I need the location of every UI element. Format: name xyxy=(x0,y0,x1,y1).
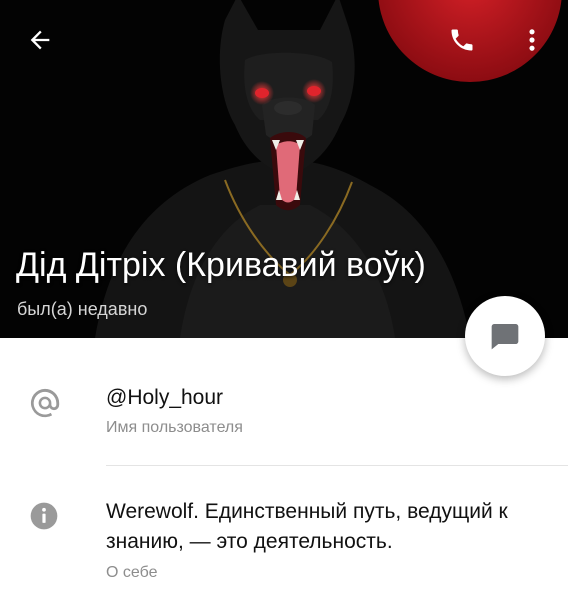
send-message-button[interactable] xyxy=(465,296,545,376)
bio-label: О себе xyxy=(106,564,158,581)
at-sign-icon xyxy=(30,388,60,418)
phone-icon xyxy=(451,29,473,51)
info-icon xyxy=(30,502,58,530)
back-button[interactable] xyxy=(16,16,64,64)
bio-text-line-2: знанию, — это деятельность. xyxy=(106,530,393,553)
chat-bubble-icon xyxy=(491,324,519,350)
call-button[interactable] xyxy=(438,16,486,64)
last-seen-status: был(а) недавно xyxy=(17,299,148,319)
more-vertical-icon xyxy=(529,29,535,51)
divider xyxy=(106,465,568,466)
username-value: @Holy_hour xyxy=(106,386,224,409)
arrow-left-icon xyxy=(30,30,50,50)
bio-row[interactable]: Werewolf. Единственный путь, ведущий к з… xyxy=(0,494,568,594)
username-row[interactable]: @Holy_hour Имя пользователя xyxy=(0,380,568,460)
more-options-button[interactable] xyxy=(508,16,556,64)
profile-name: Дід Дітріх (Кривавий воўк) xyxy=(16,246,426,284)
username-label: Имя пользователя xyxy=(106,419,243,436)
bio-text-line-1: Werewolf. Единственный путь, ведущий к xyxy=(106,500,508,523)
profile-header: Дід Дітріх (Кривавий воўк) был(а) недавн… xyxy=(0,0,568,338)
